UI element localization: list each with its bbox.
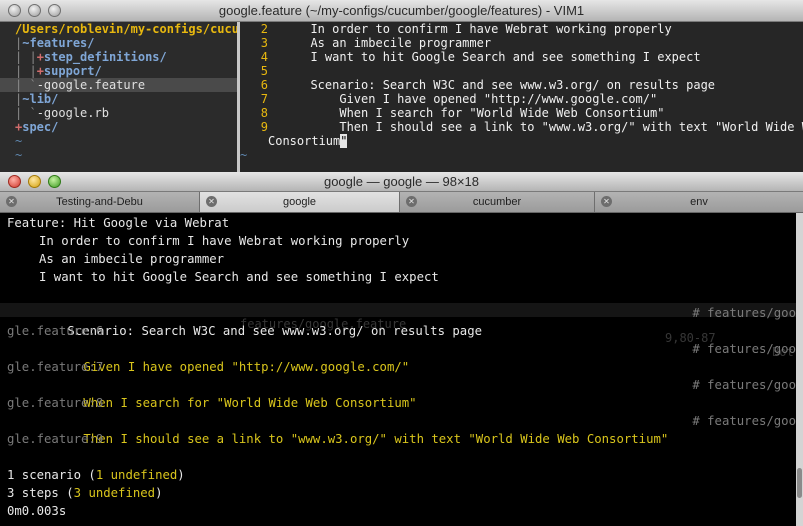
tree-item-step-definitions[interactable]: | |+step_definitions/ — [0, 50, 237, 64]
editor-line[interactable]: 5 — [240, 64, 803, 78]
tree-item-google-rb[interactable]: | `-google.rb — [0, 106, 237, 120]
text-cursor: " — [340, 134, 348, 148]
tab-google[interactable]: ✕ google — [200, 192, 400, 212]
editor-wrapped-line[interactable]: Consortium" — [240, 134, 803, 148]
tree-item-google-feature[interactable]: | `-google.feature — [0, 78, 237, 92]
step-file-ref: # features/goo — [692, 342, 796, 356]
editor-pane[interactable]: 2 In order to confirm I have Webrat work… — [240, 22, 803, 175]
editor-line[interactable]: 3 As an imbecile programmer — [240, 36, 803, 50]
tree-item-lib[interactable]: |~lib/ — [0, 92, 237, 106]
tree-empty-line: ~ — [15, 134, 23, 148]
line-number: 4 — [260, 50, 268, 64]
editor-line[interactable]: 2 In order to confirm I have Webrat work… — [240, 22, 803, 36]
vim-window: google.feature (~/my-configs/cucumber/go… — [0, 0, 803, 175]
terminal-titlebar[interactable]: google — google — 98×18 — [0, 172, 803, 192]
scenario-line: Scenario: Search W3C and see www.w3.org/… — [7, 304, 796, 338]
terminal-tab-bar: ✕ Testing-and-Debu ✕ google ✕ cucumber ✕… — [0, 192, 803, 213]
tree-item-support[interactable]: | |+support/ — [0, 64, 237, 78]
close-tab-icon[interactable]: ✕ — [406, 196, 417, 207]
step-file-ref: # features/goo — [692, 378, 796, 392]
summary-scenarios: 1 scenario (1 undefined) — [7, 468, 185, 482]
line-number: 9 — [260, 120, 268, 134]
close-tab-icon[interactable]: ✕ — [206, 196, 217, 207]
vim-body: /Users/roblevin/my-configs/cucu |~featur… — [0, 22, 803, 175]
line-text: I want to hit Google Search and see some… — [296, 50, 701, 64]
vim-titlebar[interactable]: google.feature (~/my-configs/cucumber/go… — [0, 0, 803, 22]
wrapped-text: Consortium — [268, 134, 341, 148]
summary-time: 0m0.003s — [7, 504, 67, 518]
tree-item-features[interactable]: |~features/ — [0, 36, 237, 50]
feature-narrative-line: I want to hit Google Search and see some… — [39, 270, 439, 284]
tab-label: Testing-and-Debu — [56, 196, 143, 208]
file-ref-wrap: gle.feature:6 — [7, 324, 104, 338]
tab-label: env — [690, 196, 708, 208]
line-text: As an imbecile programmer — [296, 36, 492, 50]
terminal-window-title: google — google — 98×18 — [323, 174, 480, 189]
editor-line[interactable]: 9 Then I should see a link to "www.w3.or… — [240, 120, 803, 134]
step-line: Then I should see a link to "www.w3.org/… — [7, 412, 796, 446]
step-line: When I search for "World Wide Web Consor… — [7, 376, 796, 410]
tree-empty-line: ~ — [15, 148, 23, 162]
line-number: 5 — [260, 64, 268, 78]
terminal-window: google — google — 98×18 ✕ Testing-and-De… — [0, 172, 803, 526]
undefined-count: 3 undefined — [73, 486, 156, 500]
file-ref-wrap: gle.feature:7 — [7, 360, 104, 374]
line-number: 6 — [260, 78, 268, 92]
feature-heading: Feature: Hit Google via Webrat — [7, 216, 230, 230]
scenario-file-ref: # features/goo — [692, 306, 796, 320]
undefined-count: 1 undefined — [95, 468, 178, 482]
editor-line[interactable]: 7 Given I have opened "http://www.google… — [240, 92, 803, 106]
line-text: When I search for "World Wide Web Consor… — [296, 106, 665, 120]
file-ref-wrap: gle.feature:8 — [7, 396, 104, 410]
tab-env[interactable]: ✕ env — [595, 192, 803, 212]
line-number: 3 — [260, 36, 268, 50]
tab-testing-and-debu[interactable]: ✕ Testing-and-Debu — [0, 192, 200, 212]
line-number: 2 — [260, 22, 268, 36]
summary-steps: 3 steps (3 undefined) — [7, 486, 163, 500]
feature-narrative-line: As an imbecile programmer — [39, 252, 225, 266]
terminal-scrollbar[interactable] — [796, 213, 803, 526]
line-number: 7 — [260, 92, 268, 106]
line-number: 8 — [260, 106, 268, 120]
tree-root-path[interactable]: /Users/roblevin/my-configs/cucu — [0, 22, 237, 36]
file-tree-pane[interactable]: /Users/roblevin/my-configs/cucu |~featur… — [0, 22, 237, 175]
line-text: Given I have opened "http://www.google.c… — [296, 92, 658, 106]
step-file-ref: # features/goo — [692, 414, 796, 428]
scrollbar-thumb[interactable] — [797, 468, 802, 498]
tree-item-spec[interactable]: +spec/ — [0, 120, 237, 134]
vim-window-title: google.feature (~/my-configs/cucumber/go… — [218, 3, 585, 18]
close-tab-icon[interactable]: ✕ — [601, 196, 612, 207]
close-tab-icon[interactable]: ✕ — [6, 196, 17, 207]
tab-cucumber[interactable]: ✕ cucumber — [400, 192, 595, 212]
line-text: Scenario: Search W3C and see www.w3.org/… — [296, 78, 716, 92]
editor-line[interactable]: 8 When I search for "World Wide Web Cons… — [240, 106, 803, 120]
tab-label: cucumber — [472, 196, 522, 208]
tab-label: google — [282, 196, 317, 208]
step-line: Given I have opened "http://www.google.c… — [7, 340, 796, 374]
file-ref-wrap: gle.feature:9 — [7, 432, 104, 446]
editor-line[interactable]: 4 I want to hit Google Search and see so… — [240, 50, 803, 64]
terminal-output[interactable]: features/google.feature 9,80-87 Bot Feat… — [0, 213, 796, 526]
editor-empty-line: ~ — [240, 148, 248, 162]
feature-narrative-line: In order to confirm I have Webrat workin… — [39, 234, 410, 248]
line-text: In order to confirm I have Webrat workin… — [296, 22, 672, 36]
editor-line[interactable]: 6 Scenario: Search W3C and see www.w3.or… — [240, 78, 803, 92]
line-text: Then I should see a link to "www.w3.org/… — [296, 120, 803, 134]
